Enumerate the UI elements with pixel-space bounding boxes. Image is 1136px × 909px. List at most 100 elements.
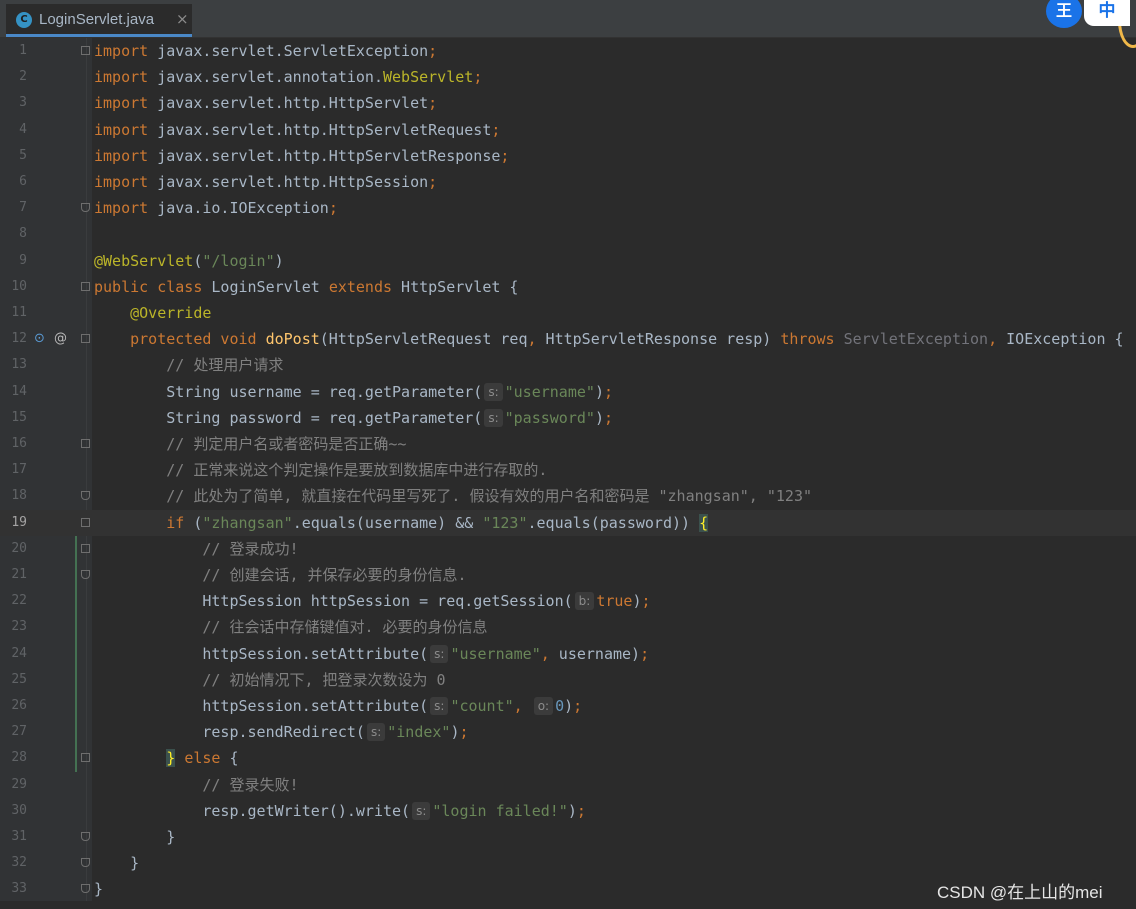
line-number: 2 (19, 69, 27, 85)
ime-language: 中 (1084, 0, 1130, 26)
code-line[interactable]: 11 @Override (0, 300, 1136, 326)
fold-marker-icon[interactable] (81, 491, 90, 501)
code-line[interactable]: 27 resp.sendRedirect(s: "index"); (0, 719, 1136, 745)
line-number: 19 (11, 514, 27, 530)
code-line[interactable]: 6 import javax.servlet.http.HttpSession; (0, 169, 1136, 195)
line-number: 1 (19, 43, 27, 58)
fold-marker-icon[interactable] (81, 281, 90, 291)
line-number: 33 (11, 881, 27, 897)
code-line[interactable]: 20 // 登录成功! (0, 536, 1136, 562)
code-text: public class LoginServlet extends HttpSe… (94, 277, 519, 296)
code-line[interactable]: 9 @WebServlet("/login") (0, 248, 1136, 274)
ime-indicator[interactable]: 中 王 (1046, 0, 1136, 48)
code-line[interactable]: 18 // 此处为了简单, 就直接在代码里写死了. 假设有效的用户名和密码是 "… (0, 483, 1136, 509)
code-line[interactable]: 8 (0, 221, 1136, 247)
code-line[interactable]: 3 import javax.servlet.http.HttpServlet; (0, 90, 1136, 116)
code-text: httpSession.setAttribute(s: "username", u… (94, 644, 650, 663)
fold-marker-icon[interactable] (81, 517, 90, 527)
code-line[interactable]: 10 public class LoginServlet extends Http… (0, 274, 1136, 300)
line-number: 22 (11, 593, 27, 609)
code-line[interactable]: 23 // 往会话中存储键值对. 必要的身份信息 (0, 614, 1136, 640)
line-number: 29 (11, 776, 27, 792)
code-text: } (94, 828, 176, 846)
fold-marker-icon[interactable] (81, 832, 90, 841)
code-line[interactable]: 1 import javax.servlet.ServletException; (0, 38, 1136, 64)
ime-badge: 王 (1046, 0, 1082, 28)
java-class-icon: C (16, 12, 32, 28)
code-line[interactable]: 12 ⊙ @ protected void doPost(HttpServletRe… (0, 326, 1136, 352)
fold-marker-icon[interactable] (81, 570, 90, 579)
code-line[interactable]: 21 // 创建会话, 并保存必要的身份信息. (0, 562, 1136, 588)
code-text: import javax.servlet.http.HttpSession; (94, 173, 438, 191)
code-line[interactable]: 29 // 登录失败! (0, 772, 1136, 798)
line-number: 32 (11, 855, 27, 871)
annotation-gutter-icon[interactable]: @ (54, 326, 67, 352)
code-text: // 登录失败! (202, 775, 299, 794)
line-number: 15 (11, 409, 27, 425)
code-text: resp.sendRedirect(s: "index"); (94, 723, 469, 742)
code-line[interactable]: 14 String username = req.getParameter(s:… (0, 379, 1136, 405)
code-line[interactable]: 30 resp.getWriter().write(s: "login faile… (0, 798, 1136, 824)
code-line[interactable]: 16 // 判定用户名或者密码是否正确~~ (0, 431, 1136, 457)
override-method-icon[interactable]: ⊙ (34, 326, 45, 352)
code-line[interactable]: 5 import javax.servlet.http.HttpServletRe… (0, 143, 1136, 169)
code-text: // 正常来说这个判定操作是要放到数据库中进行存取的. (166, 461, 548, 480)
code-line[interactable]: 15 String password = req.getParameter(s:… (0, 405, 1136, 431)
line-number: 21 (11, 567, 27, 582)
code-text: // 初始情况下, 把登录次数设为 0 (202, 670, 446, 689)
line-number: 28 (11, 750, 27, 766)
line-number: 14 (11, 383, 27, 399)
fold-marker-icon[interactable] (81, 543, 90, 553)
fold-marker-icon[interactable] (81, 439, 90, 448)
code-text: httpSession.setAttribute(s: "count", o: 0)… (94, 697, 583, 715)
line-number: 12 (11, 331, 27, 347)
code-line[interactable]: 4 import javax.servlet.http.HttpServletRe… (0, 117, 1136, 143)
close-tab-icon[interactable]: × (176, 10, 189, 28)
code-text: // 处理用户请求 (166, 356, 284, 375)
code-text: } else { (166, 749, 239, 768)
fold-marker-icon[interactable] (81, 334, 90, 344)
line-number: 27 (11, 724, 27, 740)
file-tab-title: LoginServlet.java (39, 11, 155, 28)
code-line[interactable]: 17 // 正常来说这个判定操作是要放到数据库中进行存取的. (0, 457, 1136, 483)
fold-marker-icon[interactable] (81, 46, 90, 55)
code-line[interactable]: 13 // 处理用户请求 (0, 352, 1136, 378)
line-number: 20 (11, 540, 27, 556)
fold-marker-icon[interactable] (81, 753, 90, 763)
code-line[interactable]: 7 import java.io.IOException; (0, 195, 1136, 221)
code-line[interactable]: 26 httpSession.setAttribute(s: "count", o… (0, 693, 1136, 719)
line-number: 25 (11, 671, 27, 687)
line-number: 16 (11, 436, 27, 451)
fold-marker-icon[interactable] (81, 884, 90, 894)
code-line[interactable]: 2 import javax.servlet.annotation.WebServ… (0, 64, 1136, 90)
line-number: 10 (11, 278, 27, 294)
fold-marker-icon[interactable] (81, 858, 90, 868)
file-tab[interactable]: C LoginServlet.java × (6, 4, 192, 37)
code-text: import java.io.IOException; (94, 199, 338, 218)
line-number: 23 (11, 619, 27, 635)
code-line[interactable]: 32 } (0, 850, 1136, 876)
fold-marker-icon[interactable] (81, 203, 90, 213)
horizontal-scrollbar[interactable] (0, 901, 1136, 909)
code-text: HttpSession httpSession = req.getSession… (94, 592, 651, 611)
line-number: 26 (11, 698, 27, 713)
line-number: 6 (19, 174, 27, 189)
code-line[interactable]: 28 } else { (0, 745, 1136, 771)
code-line[interactable]: 22 HttpSession httpSession = req.getSess… (0, 588, 1136, 614)
line-number: 24 (11, 645, 27, 661)
code-text: @WebServlet("/login") (94, 251, 284, 270)
code-text: @Override (130, 304, 212, 322)
line-number: 9 (19, 252, 27, 268)
code-line[interactable]: 31 } (0, 824, 1136, 850)
code-text: // 判定用户名或者密码是否正确~~ (166, 435, 407, 453)
code-text: import javax.servlet.ServletException; (94, 42, 438, 60)
code-line[interactable]: 25 // 初始情况下, 把登录次数设为 0 (0, 667, 1136, 693)
code-line[interactable]: 19 if ("zhangsan".equals(username) && "1… (0, 509, 1136, 536)
code-line[interactable]: 24 httpSession.setAttribute(s: "username"… (0, 641, 1136, 667)
code-text: import javax.servlet.http.HttpServletReq… (94, 120, 501, 139)
line-number: 7 (19, 200, 27, 216)
watermark: CSDN @在上山的mei (937, 883, 1103, 902)
editor-tab-bar: C LoginServlet.java × (0, 0, 1136, 38)
code-text: import javax.servlet.http.HttpServletRes… (94, 146, 510, 165)
line-number: 31 (11, 829, 27, 844)
